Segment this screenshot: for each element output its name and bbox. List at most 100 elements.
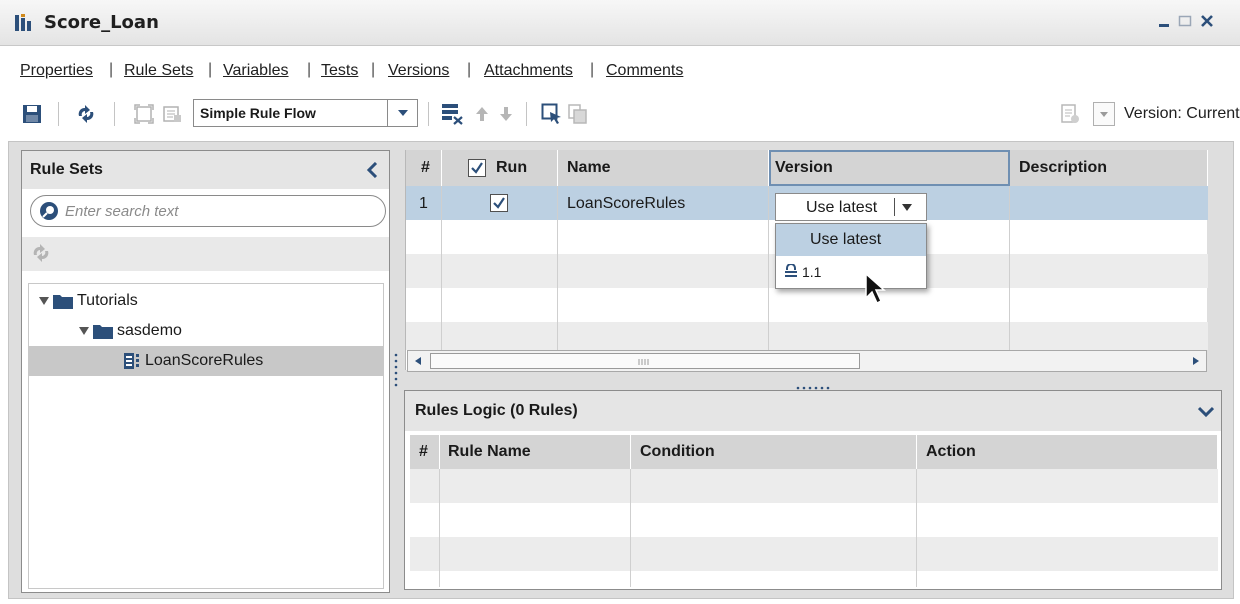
panel-title: Rule Sets (30, 161, 103, 178)
column-header-version[interactable]: Version (769, 150, 1010, 186)
chevron-down-icon[interactable] (387, 100, 417, 126)
table-row (406, 288, 1208, 322)
folder-icon (93, 323, 113, 339)
column-header-index[interactable]: # (406, 150, 442, 186)
horizontal-splitter-handle[interactable] (795, 377, 831, 390)
tab-separator: | (208, 61, 213, 78)
rule-flow-icon (14, 14, 36, 32)
table-row (410, 469, 1218, 503)
tab-tests[interactable]: Tests (321, 62, 358, 80)
tree-toolbar (22, 237, 389, 271)
column-header-run[interactable]: Run (442, 150, 558, 186)
chevron-down-icon[interactable] (1195, 401, 1217, 423)
rule-set-name: LoanScoreRules (567, 195, 686, 212)
version-select[interactable]: Use latest (775, 193, 927, 221)
rules-logic-panel: Rules Logic (0 Rules) # Rule Name Condit… (404, 390, 1222, 590)
move-down-icon[interactable] (494, 102, 518, 126)
rules-grid: # Rule Name Condition Action (410, 435, 1218, 587)
toolbar-separator (114, 102, 115, 126)
tab-separator: | (467, 61, 472, 78)
tab-links-row: Properties | Rule Sets | Variables | Tes… (0, 56, 1240, 86)
version-option-use-latest[interactable]: Use latest (776, 224, 926, 256)
tab-properties[interactable]: Properties (20, 62, 93, 80)
tab-comments[interactable]: Comments (606, 62, 683, 80)
table-row (410, 571, 1218, 587)
column-header-index[interactable]: # (410, 435, 440, 469)
horizontal-scrollbar[interactable] (407, 350, 1207, 372)
window-title: Score_Loan (44, 12, 159, 33)
version-label: Version: Current (1124, 105, 1240, 122)
flow-type-value: Simple Rule Flow (200, 105, 316, 121)
run-checkbox[interactable] (490, 194, 508, 212)
rules-logic-header: Rules Logic (0 Rules) (405, 391, 1221, 431)
version-select-value: Use latest (806, 199, 878, 216)
version-dropdown-button[interactable] (1093, 102, 1115, 126)
toolbar: Simple Rule Flow Version: Current (0, 94, 1240, 134)
tree-item-loanscorerules[interactable]: LoanScoreRules (29, 346, 383, 376)
column-header-rule-name[interactable]: Rule Name (440, 435, 631, 469)
tree-item-label: sasdemo (117, 322, 182, 339)
tree-item-label: Tutorials (77, 292, 138, 309)
version-option-1-1[interactable]: 1.1 (776, 256, 926, 288)
minimize-button[interactable] (1154, 10, 1176, 32)
column-header-action[interactable]: Action (917, 435, 1218, 469)
row-index: 1 (419, 195, 428, 212)
rules-logic-title: Rules Logic (0 Rules) (415, 402, 578, 419)
close-button[interactable] (1196, 10, 1218, 32)
option-label: 1.1 (802, 264, 822, 280)
version-history-icon[interactable] (1058, 102, 1082, 126)
folder-icon (53, 293, 73, 309)
toolbar-separator (428, 102, 429, 126)
save-icon[interactable] (20, 102, 44, 126)
divider (894, 198, 895, 216)
search-box (30, 195, 386, 227)
chevron-left-icon[interactable] (361, 159, 383, 181)
rule-sets-panel: Rule Sets Tutorials (21, 150, 390, 593)
column-header-description[interactable]: Description (1010, 150, 1208, 186)
tree-item-tutorials[interactable]: Tutorials (29, 286, 383, 316)
column-header-name[interactable]: Name (558, 150, 769, 186)
flow-type-select[interactable]: Simple Rule Flow (193, 99, 418, 127)
calendar-icon[interactable] (160, 102, 184, 126)
select-tool-icon[interactable] (540, 102, 564, 126)
rule-set-icon (123, 352, 143, 370)
tab-variables[interactable]: Variables (223, 62, 289, 80)
tab-separator: | (307, 61, 312, 78)
refresh-icon[interactable] (74, 102, 98, 126)
lock-icon (785, 264, 797, 277)
search-input[interactable] (63, 200, 373, 222)
grid-header: # Run Name Version Description (406, 150, 1208, 186)
tab-attachments[interactable]: Attachments (484, 62, 573, 80)
tab-separator: | (590, 61, 595, 78)
title-bar: Score_Loan (0, 0, 1240, 46)
refresh-tree-icon[interactable] (30, 243, 52, 265)
option-label: Use latest (810, 231, 882, 248)
tab-rule-sets[interactable]: Rule Sets (124, 62, 193, 80)
copy-icon[interactable] (566, 102, 590, 126)
fit-view-icon[interactable] (132, 102, 156, 126)
tree-item-sasdemo[interactable]: sasdemo (29, 316, 383, 346)
rule-sets-panel-header: Rule Sets (22, 151, 389, 189)
rule-sets-tree: Tutorials sasdemo LoanScoreRules (28, 283, 384, 589)
tab-separator: | (109, 61, 114, 78)
toolbar-separator (58, 102, 59, 126)
column-header-condition[interactable]: Condition (631, 435, 917, 469)
run-all-checkbox[interactable] (468, 159, 486, 177)
table-row (406, 322, 1208, 350)
tree-item-label: LoanScoreRules (145, 352, 264, 369)
add-rule-set-icon[interactable] (440, 102, 464, 126)
scroll-right-icon[interactable] (1186, 351, 1206, 371)
expand-icon[interactable] (39, 297, 49, 305)
toolbar-separator (526, 102, 527, 126)
tab-versions[interactable]: Versions (388, 62, 449, 80)
table-row (410, 503, 1218, 537)
scrollbar-thumb[interactable] (430, 353, 860, 369)
mouse-cursor-icon (864, 272, 888, 311)
tab-separator: | (371, 61, 376, 78)
maximize-button[interactable] (1174, 10, 1196, 32)
move-up-icon[interactable] (470, 102, 494, 126)
vertical-splitter-handle[interactable] (394, 352, 398, 388)
expand-icon[interactable] (79, 327, 89, 335)
scroll-left-icon[interactable] (408, 351, 428, 371)
chevron-down-icon[interactable] (902, 204, 912, 211)
